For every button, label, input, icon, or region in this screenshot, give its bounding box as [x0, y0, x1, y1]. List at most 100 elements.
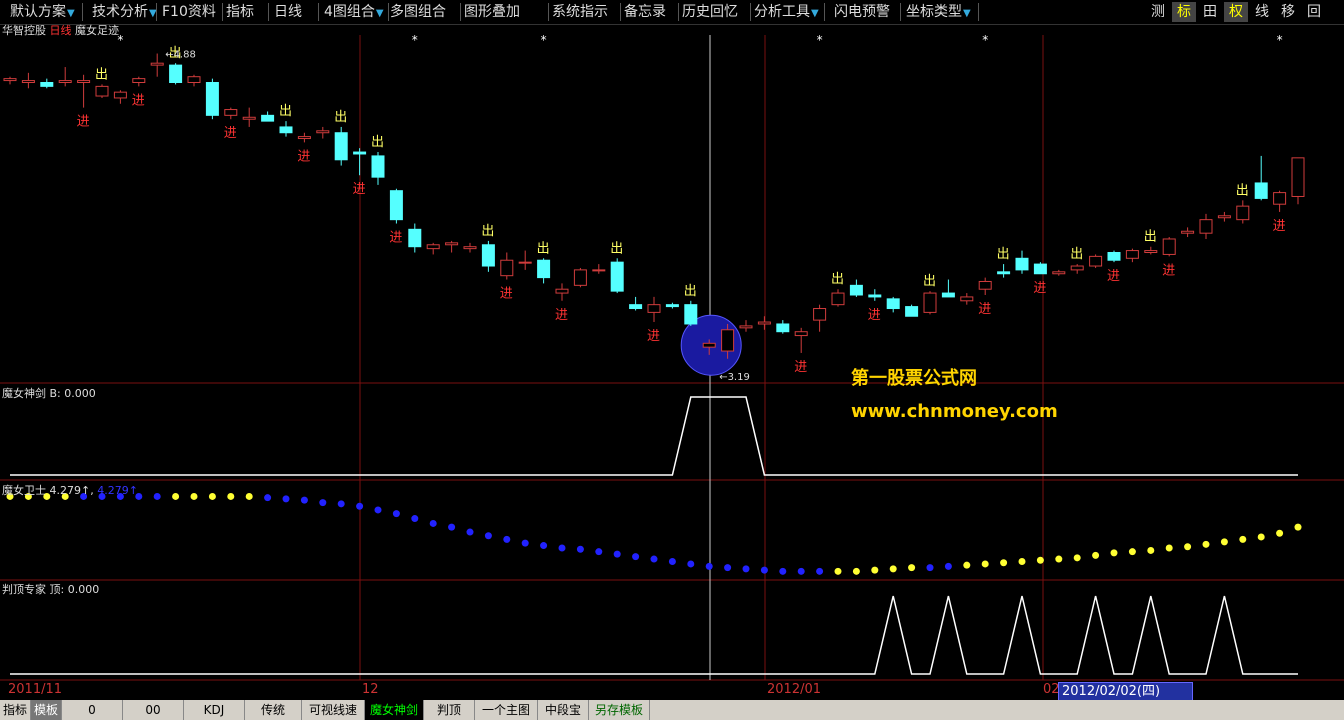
bottom-tab-7[interactable]: 魔女神剑	[365, 700, 424, 720]
wei-shi-dot	[558, 544, 566, 552]
candle-body	[261, 114, 275, 122]
wei-shi-dot	[1055, 555, 1063, 563]
candle-body	[1162, 238, 1176, 255]
toolbar-right-button-0[interactable]: 测	[1146, 2, 1170, 22]
star-mark: *	[817, 33, 823, 47]
toolbar-item-10[interactable]: 历史回忆	[680, 2, 740, 22]
candle-body	[592, 269, 606, 272]
toolbar-item-label: 4图组合	[324, 4, 375, 20]
wei-shi-dot	[944, 562, 952, 570]
candle-body	[297, 136, 311, 140]
panel3-value1: 4.279↑,	[49, 484, 94, 497]
toolbar-item-8[interactable]: 系统指示	[550, 2, 610, 22]
toolbar-item-label: 历史回忆	[682, 4, 738, 20]
bottom-tab-1[interactable]: 模板	[31, 700, 62, 720]
candle-body	[537, 259, 551, 279]
buy-signal-mark: 进	[389, 231, 402, 246]
wei-shi-dot	[852, 567, 860, 575]
bottom-tab-0[interactable]: 指标	[0, 700, 31, 720]
toolbar-item-label: 日线	[274, 4, 302, 20]
wei-shi-dot	[760, 566, 768, 574]
candle-body	[923, 292, 937, 313]
candle-body	[739, 325, 753, 329]
wei-shi-dot	[613, 550, 621, 558]
candle-body	[886, 298, 900, 310]
wei-shi-dot	[466, 528, 474, 536]
buy-signal-mark: 进	[1273, 219, 1286, 234]
bottom-tab-3[interactable]: 00	[123, 700, 184, 720]
candle-body	[1291, 157, 1305, 197]
sell-signal-mark: 出	[1236, 183, 1249, 198]
wei-shi-dot	[1110, 549, 1118, 557]
candle-body	[776, 323, 790, 333]
toolbar-separator	[620, 3, 621, 21]
wei-shi-dot	[834, 567, 842, 575]
toolbar-item-label: 系统指示	[552, 4, 608, 20]
toolbar-item-0[interactable]: 默认方案▼	[8, 2, 77, 22]
candle-body	[224, 109, 238, 116]
bottom-tab-6[interactable]: 可视线速	[302, 700, 365, 720]
sell-signal-mark: 出	[95, 67, 108, 82]
candle-body	[1107, 252, 1121, 261]
wei-shi-dot	[908, 564, 916, 572]
toolbar-right-button-1[interactable]: 标	[1172, 2, 1196, 22]
toolbar-item-12[interactable]: 闪电预警	[832, 2, 892, 22]
ding-line	[10, 595, 1298, 675]
wei-shi-dot	[356, 502, 364, 510]
wei-shi-dot	[484, 532, 492, 540]
buy-signal-mark: 进	[647, 329, 660, 344]
candle-body	[1199, 219, 1213, 234]
toolbar-right-button-4[interactable]: 线	[1250, 2, 1274, 22]
candle-body	[794, 331, 808, 337]
bottom-tab-2[interactable]: 0	[62, 700, 123, 720]
toolbar-separator	[156, 3, 157, 21]
toolbar-item-5[interactable]: 4图组合▼	[322, 2, 386, 22]
buy-signal-mark: 进	[794, 360, 807, 375]
toolbar-right-button-6[interactable]: 回	[1302, 2, 1326, 22]
toolbar-item-9[interactable]: 备忘录	[622, 2, 668, 22]
candle-body	[169, 64, 183, 84]
panel3-title: 魔女卫士 4.279↑, 4.279↑	[2, 482, 138, 498]
toolbar-item-4[interactable]: 日线	[272, 2, 304, 22]
toolbar-right-button-2[interactable]: 田	[1198, 2, 1222, 22]
sell-signal-mark: 出	[997, 247, 1010, 262]
candle-body	[150, 62, 164, 66]
toolbar-item-3[interactable]: 指标	[224, 2, 256, 22]
toolbar-item-1[interactable]: 技术分析▼	[90, 2, 159, 22]
candle-body	[960, 296, 974, 302]
candle-body	[1089, 255, 1103, 267]
toolbar-item-6[interactable]: 多图组合	[388, 2, 448, 22]
wei-shi-dot	[687, 560, 695, 568]
candle-body	[518, 261, 532, 264]
wei-shi-dot	[540, 542, 548, 550]
bottom-tab-10[interactable]: 中段宝	[538, 700, 589, 720]
wei-shi-dot	[172, 492, 180, 500]
toolbar-item-label: 分析工具	[754, 4, 810, 20]
wei-shi-dot	[724, 564, 732, 572]
bottom-tab-5[interactable]: 传统	[245, 700, 302, 720]
toolbar-item-2[interactable]: F10资料	[160, 2, 218, 22]
bottom-tab-4[interactable]: KDJ	[184, 700, 245, 720]
candle-body	[408, 228, 422, 248]
cursor-date-box: 2012/02/02(四)	[1058, 682, 1193, 702]
bottom-tab-8[interactable]: 判顶	[424, 700, 475, 720]
wei-shi-dot	[871, 566, 879, 574]
candle-body	[665, 304, 679, 308]
sell-signal-mark: 出	[1144, 230, 1157, 245]
bottom-tab-11[interactable]: 另存模板	[589, 700, 650, 720]
toolbar-right-button-5[interactable]: 移	[1276, 2, 1300, 22]
toolbar-item-7[interactable]: 图形叠加	[462, 2, 522, 22]
toolbar-item-11[interactable]: 分析工具▼	[752, 2, 821, 22]
wei-shi-dot	[1276, 529, 1284, 537]
dropdown-arrow-icon: ▼	[375, 8, 384, 19]
kline-chart[interactable]: 进进进进进进进进进进进 进进进 进进出出出 出出出出 出出出 出出 出出出* * * * * *←4.…	[0, 24, 1344, 700]
candle-body	[868, 294, 882, 298]
bottom-tab-9[interactable]: 一个主图	[475, 700, 538, 720]
toolbar-item-13[interactable]: 坐标类型▼	[904, 2, 973, 22]
toolbar-right-button-3[interactable]: 权	[1224, 2, 1248, 22]
panel4-name: 判顶专家	[2, 583, 46, 596]
high-price-label: ←4.88	[165, 50, 196, 61]
candle-body	[1217, 215, 1231, 219]
candle-body	[629, 304, 643, 310]
candle-body	[500, 259, 514, 277]
